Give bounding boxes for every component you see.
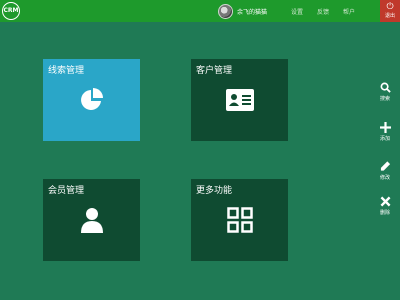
grid-icon (226, 207, 253, 233)
tile-title: 更多功能 (196, 186, 233, 196)
tile-title: 线索管理 (48, 66, 85, 76)
delete-button[interactable]: 删除 (370, 196, 400, 216)
nav-account[interactable]: 帮户 (343, 7, 355, 16)
logout-label: 退出 (384, 13, 395, 19)
tile-more[interactable]: 更多功能 (191, 179, 288, 261)
pencil-icon (380, 161, 390, 171)
logo-text: CRM (3, 7, 19, 14)
search-icon (380, 82, 391, 93)
tile-customers[interactable]: 客户管理 (191, 59, 288, 141)
user-profile[interactable]: 余飞的猫猫 (218, 3, 267, 19)
avatar[interactable] (218, 3, 233, 19)
edit-label: 修改 (379, 175, 390, 181)
close-icon (380, 196, 390, 207)
edit-button[interactable]: 修改 (370, 160, 400, 181)
tile-members[interactable]: 会员管理 (43, 179, 140, 261)
username: 余飞的猫猫 (237, 8, 268, 16)
top-bar: CRM 余飞的猫猫 设置 反馈 帮户 ⏻ 退出 (0, 0, 400, 22)
tile-leads[interactable]: 线索管理 (43, 59, 140, 141)
search-button[interactable]: 搜索 (370, 82, 400, 102)
power-icon: ⏻ (386, 2, 394, 12)
search-label: 搜索 (379, 96, 390, 102)
add-button[interactable]: 添加 (370, 122, 400, 142)
add-label: 添加 (379, 136, 390, 142)
contact-card-icon (225, 89, 254, 111)
pie-chart-icon (80, 88, 103, 110)
user-icon (80, 208, 103, 233)
plus-icon (379, 122, 391, 133)
delete-label: 删除 (379, 210, 390, 216)
logout-button[interactable]: ⏻ 退出 (380, 0, 400, 22)
tile-title: 会员管理 (48, 186, 85, 196)
tile-title: 客户管理 (196, 66, 233, 76)
nav-settings[interactable]: 设置 (291, 7, 303, 16)
app-logo[interactable]: CRM (2, 2, 20, 20)
nav-feedback[interactable]: 反馈 (317, 7, 329, 16)
